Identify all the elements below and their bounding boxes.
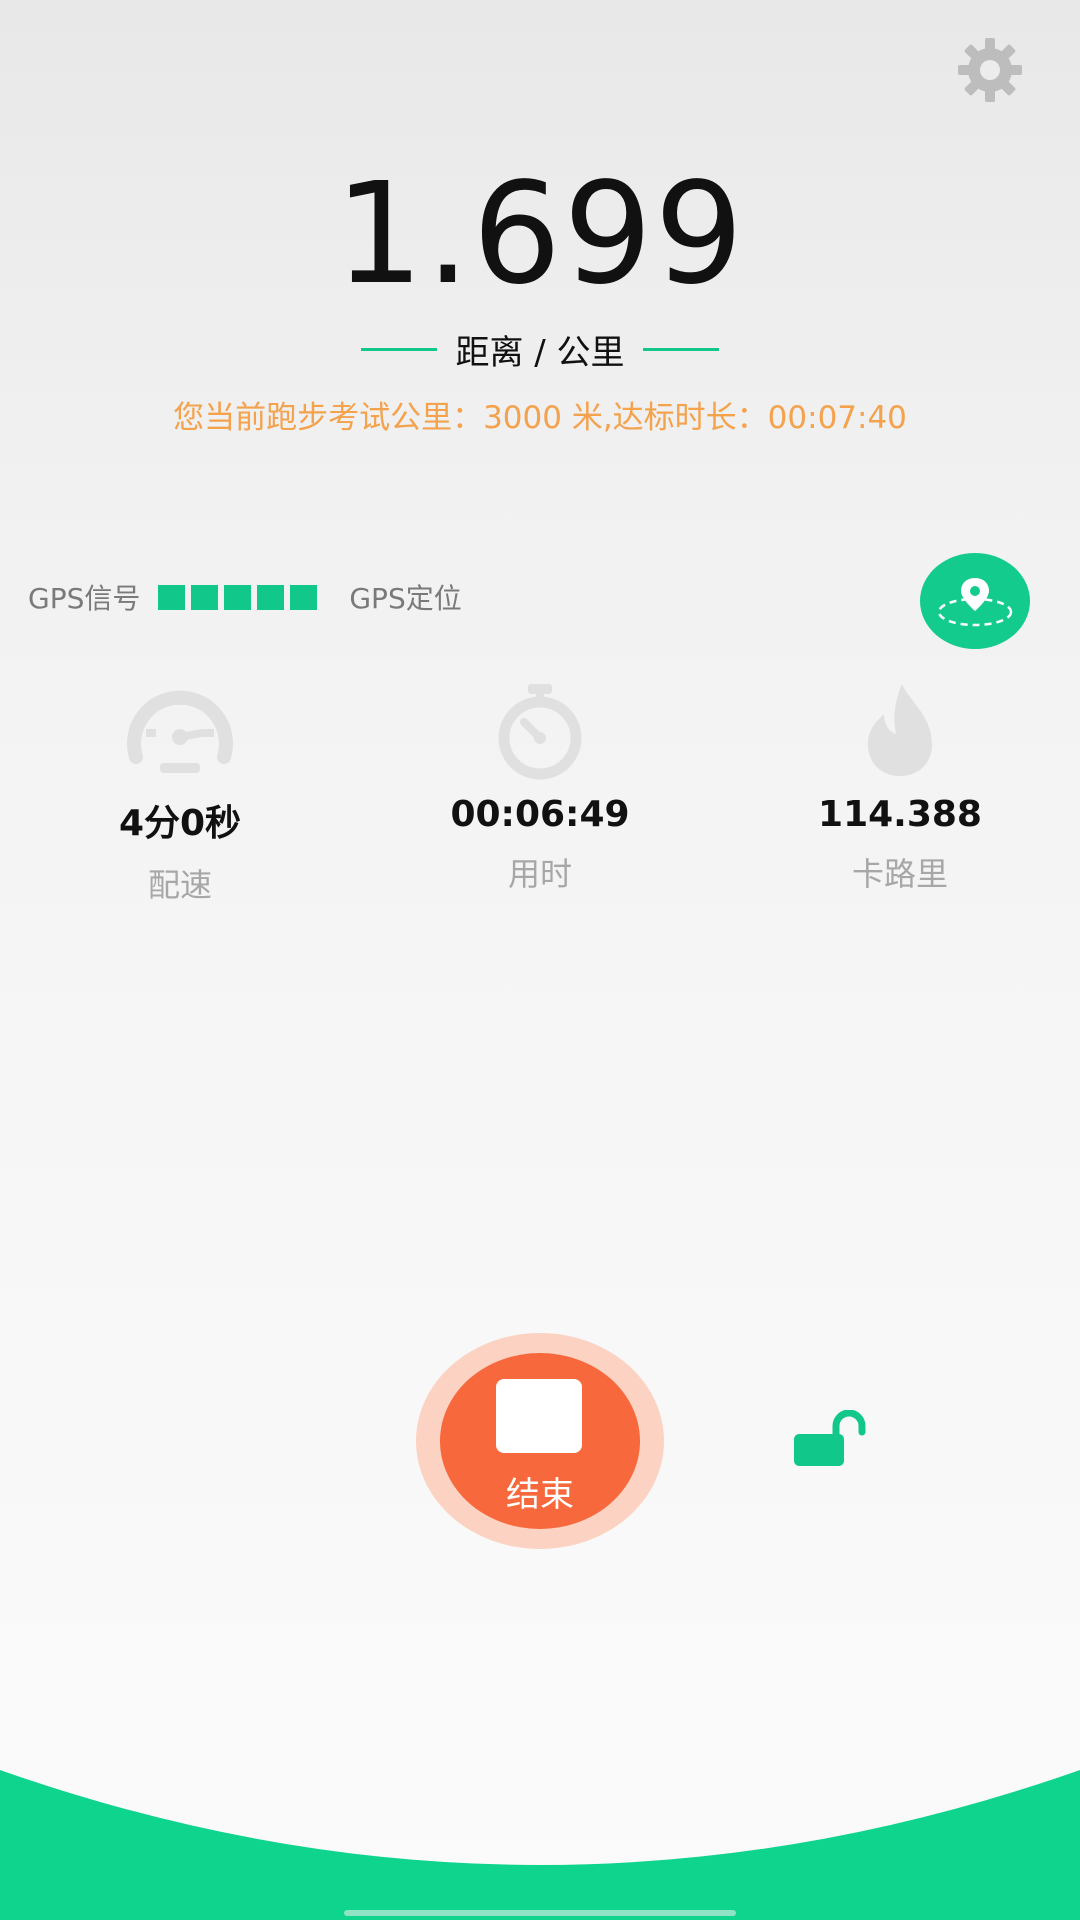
stat-calories: 114.388 卡路里 bbox=[750, 680, 1050, 895]
running-screen: 1.699 距离 / 公里 您当前跑步考试公里：3000 米,达标时长：00:0… bbox=[0, 0, 1080, 1920]
gear-icon bbox=[958, 38, 1022, 102]
pace-label: 配速 bbox=[147, 866, 212, 904]
stop-label: 结束 bbox=[506, 1475, 574, 1515]
gps-signal-bars bbox=[158, 584, 318, 610]
exam-requirement-text: 您当前跑步考试公里：3000 米,达标时长：00:07:40 bbox=[173, 400, 907, 436]
stat-calories-icon-wrap bbox=[840, 680, 960, 780]
distance-value: 1.699 bbox=[334, 153, 746, 316]
time-label: 用时 bbox=[507, 855, 572, 893]
time-value: 00:06:49 bbox=[450, 794, 630, 835]
stat-time: 00:06:49 用时 bbox=[390, 680, 690, 895]
gps-signal-bar bbox=[257, 584, 285, 610]
settings-button[interactable] bbox=[950, 30, 1030, 110]
stat-pace-icon-wrap bbox=[120, 680, 240, 780]
pace-value: 4分0秒 bbox=[118, 803, 242, 844]
bottom-wave-decoration bbox=[0, 1770, 1080, 1920]
stop-icon bbox=[496, 1379, 582, 1453]
speedometer-icon bbox=[127, 690, 233, 773]
divider-right bbox=[642, 348, 719, 351]
calories-label: 卡路里 bbox=[851, 855, 948, 893]
calories-value: 114.388 bbox=[818, 794, 982, 835]
gps-signal-bar bbox=[158, 584, 186, 610]
home-indicator bbox=[344, 1910, 736, 1916]
divider-left bbox=[361, 348, 438, 351]
stat-time-icon-wrap bbox=[480, 680, 600, 780]
stat-pace: 4分0秒 配速 bbox=[30, 680, 330, 906]
map-pin-icon bbox=[937, 578, 1013, 627]
gps-status-row: GPS信号 GPS定位 bbox=[28, 575, 462, 619]
gps-locate-label: GPS定位 bbox=[349, 582, 462, 615]
stop-run-button[interactable]: 结束 bbox=[416, 1333, 664, 1549]
flame-icon bbox=[868, 684, 932, 776]
distance-label-row: 距离 / 公里 bbox=[0, 325, 1080, 374]
gps-signal-label: GPS信号 bbox=[28, 582, 141, 615]
gps-signal-bar bbox=[224, 584, 252, 610]
distance-unit-label: 距离 / 公里 bbox=[455, 333, 625, 373]
stop-run-button-inner: 结束 bbox=[440, 1353, 640, 1529]
stopwatch-icon bbox=[498, 684, 582, 780]
gps-signal-bar bbox=[290, 584, 318, 610]
unlock-icon bbox=[794, 1409, 866, 1466]
map-location-button[interactable] bbox=[920, 553, 1030, 649]
gps-signal-bar bbox=[191, 584, 219, 610]
lock-button[interactable] bbox=[786, 1409, 872, 1470]
